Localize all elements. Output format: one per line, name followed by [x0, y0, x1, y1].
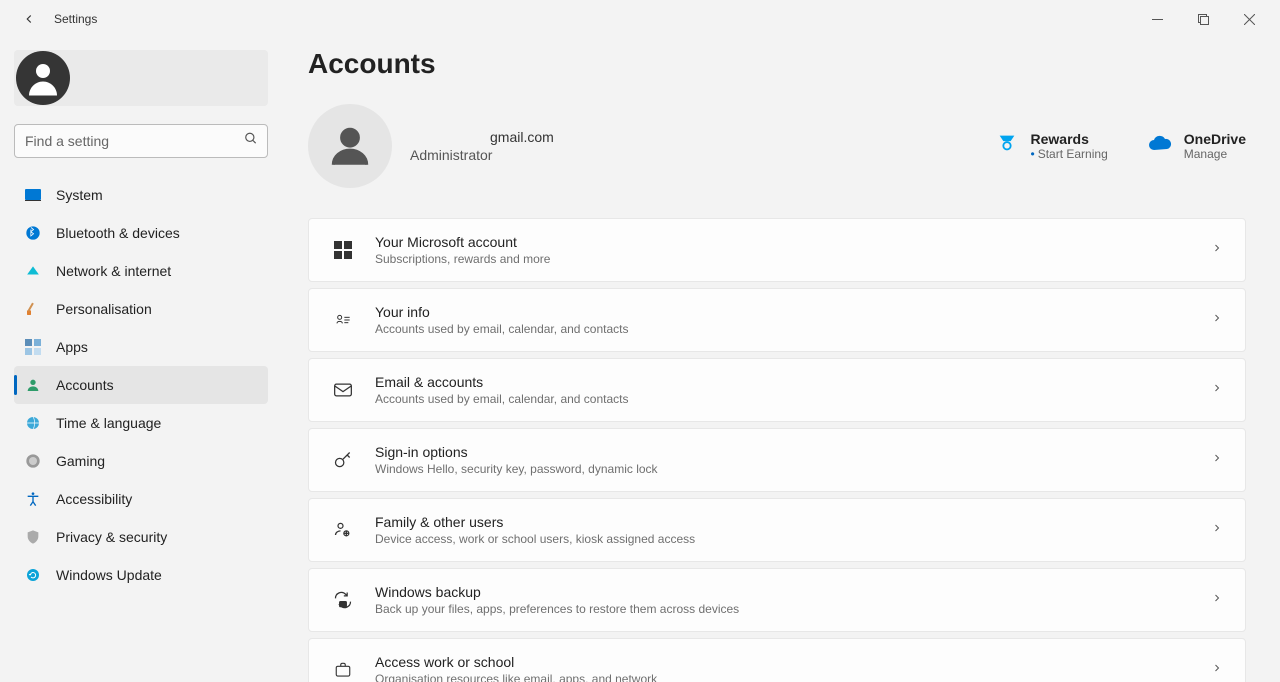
sidebar-item-gaming[interactable]: Gaming — [14, 442, 268, 480]
briefcase-icon — [331, 658, 355, 682]
main-content: Accounts gmail.com Administrator Rewards… — [282, 38, 1280, 682]
app-title: Settings — [54, 12, 97, 26]
sidebar-item-time[interactable]: Time & language — [14, 404, 268, 442]
backup-icon — [331, 588, 355, 612]
back-button[interactable] — [20, 10, 38, 28]
setting-title: Email & accounts — [375, 374, 1211, 390]
setting-family-users[interactable]: Family & other users Device access, work… — [308, 498, 1246, 562]
sidebar-item-label: Gaming — [56, 453, 105, 469]
chevron-right-icon — [1211, 311, 1223, 329]
key-icon — [331, 448, 355, 472]
setting-desc: Subscriptions, rewards and more — [375, 252, 1211, 266]
person-card-icon — [331, 308, 355, 332]
chevron-right-icon — [1211, 451, 1223, 469]
chevron-right-icon — [1211, 661, 1223, 679]
chevron-right-icon — [1211, 241, 1223, 259]
sidebar-item-label: System — [56, 187, 103, 203]
minimize-button[interactable] — [1134, 3, 1180, 35]
apps-icon — [24, 338, 42, 356]
setting-title: Your info — [375, 304, 1211, 320]
setting-windows-backup[interactable]: Windows backup Back up your files, apps,… — [308, 568, 1246, 632]
sidebar-item-system[interactable]: System — [14, 176, 268, 214]
setting-work-school[interactable]: Access work or school Organisation resou… — [308, 638, 1246, 682]
profile-card[interactable] — [14, 50, 268, 106]
system-icon — [24, 186, 42, 204]
setting-title: Your Microsoft account — [375, 234, 1211, 250]
setting-your-info[interactable]: Your info Accounts used by email, calend… — [308, 288, 1246, 352]
rewards-icon — [995, 131, 1019, 155]
sidebar-item-label: Accounts — [56, 377, 114, 393]
sidebar-item-label: Accessibility — [56, 491, 132, 507]
setting-microsoft-account[interactable]: Your Microsoft account Subscriptions, re… — [308, 218, 1246, 282]
rewards-sub: Start Earning — [1038, 147, 1108, 161]
search-input[interactable] — [14, 124, 268, 158]
sidebar-item-update[interactable]: Windows Update — [14, 556, 268, 594]
sidebar-item-label: Privacy & security — [56, 529, 167, 545]
chevron-right-icon — [1211, 591, 1223, 609]
sidebar-item-privacy[interactable]: Privacy & security — [14, 518, 268, 556]
search-icon — [244, 132, 258, 151]
paintbrush-icon — [24, 300, 42, 318]
setting-desc: Accounts used by email, calendar, and co… — [375, 322, 1211, 336]
maximize-button[interactable] — [1180, 3, 1226, 35]
onedrive-sub: Manage — [1184, 147, 1246, 161]
sidebar-item-accounts[interactable]: Accounts — [14, 366, 268, 404]
mail-icon — [331, 378, 355, 402]
account-header: gmail.com Administrator Rewards •Start E… — [308, 104, 1246, 188]
gaming-icon — [24, 452, 42, 470]
setting-desc: Accounts used by email, calendar, and co… — [375, 392, 1211, 406]
sidebar-item-label: Time & language — [56, 415, 161, 431]
setting-title: Windows backup — [375, 584, 1211, 600]
setting-signin-options[interactable]: Sign-in options Windows Hello, security … — [308, 428, 1246, 492]
titlebar: Settings — [0, 0, 1280, 38]
sidebar: System Bluetooth & devices Network & int… — [0, 38, 282, 682]
page-title: Accounts — [308, 48, 1246, 80]
sidebar-item-bluetooth[interactable]: Bluetooth & devices — [14, 214, 268, 252]
wifi-icon — [24, 262, 42, 280]
setting-desc: Organisation resources like email, apps,… — [375, 672, 1211, 682]
setting-title: Access work or school — [375, 654, 1211, 670]
sidebar-item-label: Bluetooth & devices — [56, 225, 180, 241]
onedrive-card[interactable]: OneDrive Manage — [1148, 131, 1246, 161]
person-icon — [24, 376, 42, 394]
rewards-title: Rewards — [1031, 131, 1108, 147]
accessibility-icon — [24, 490, 42, 508]
sidebar-item-label: Apps — [56, 339, 88, 355]
shield-icon — [24, 528, 42, 546]
avatar-large-icon — [308, 104, 392, 188]
sidebar-item-apps[interactable]: Apps — [14, 328, 268, 366]
sidebar-item-network[interactable]: Network & internet — [14, 252, 268, 290]
setting-desc: Windows Hello, security key, password, d… — [375, 462, 1211, 476]
setting-desc: Back up your files, apps, preferences to… — [375, 602, 1211, 616]
setting-title: Sign-in options — [375, 444, 1211, 460]
bluetooth-icon — [24, 224, 42, 242]
account-email: gmail.com — [410, 129, 554, 145]
chevron-right-icon — [1211, 521, 1223, 539]
cloud-icon — [1148, 131, 1172, 155]
setting-desc: Device access, work or school users, kio… — [375, 532, 1211, 546]
close-button[interactable] — [1226, 3, 1272, 35]
sidebar-item-label: Windows Update — [56, 567, 162, 583]
avatar-icon — [16, 51, 70, 105]
sidebar-item-label: Personalisation — [56, 301, 152, 317]
sidebar-item-personalisation[interactable]: Personalisation — [14, 290, 268, 328]
sidebar-item-label: Network & internet — [56, 263, 171, 279]
microsoft-icon — [331, 238, 355, 262]
rewards-card[interactable]: Rewards •Start Earning — [995, 131, 1108, 161]
setting-title: Family & other users — [375, 514, 1211, 530]
globe-icon — [24, 414, 42, 432]
onedrive-title: OneDrive — [1184, 131, 1246, 147]
setting-email-accounts[interactable]: Email & accounts Accounts used by email,… — [308, 358, 1246, 422]
chevron-right-icon — [1211, 381, 1223, 399]
family-icon — [331, 518, 355, 542]
update-icon — [24, 566, 42, 584]
sidebar-item-accessibility[interactable]: Accessibility — [14, 480, 268, 518]
account-role: Administrator — [410, 147, 554, 163]
